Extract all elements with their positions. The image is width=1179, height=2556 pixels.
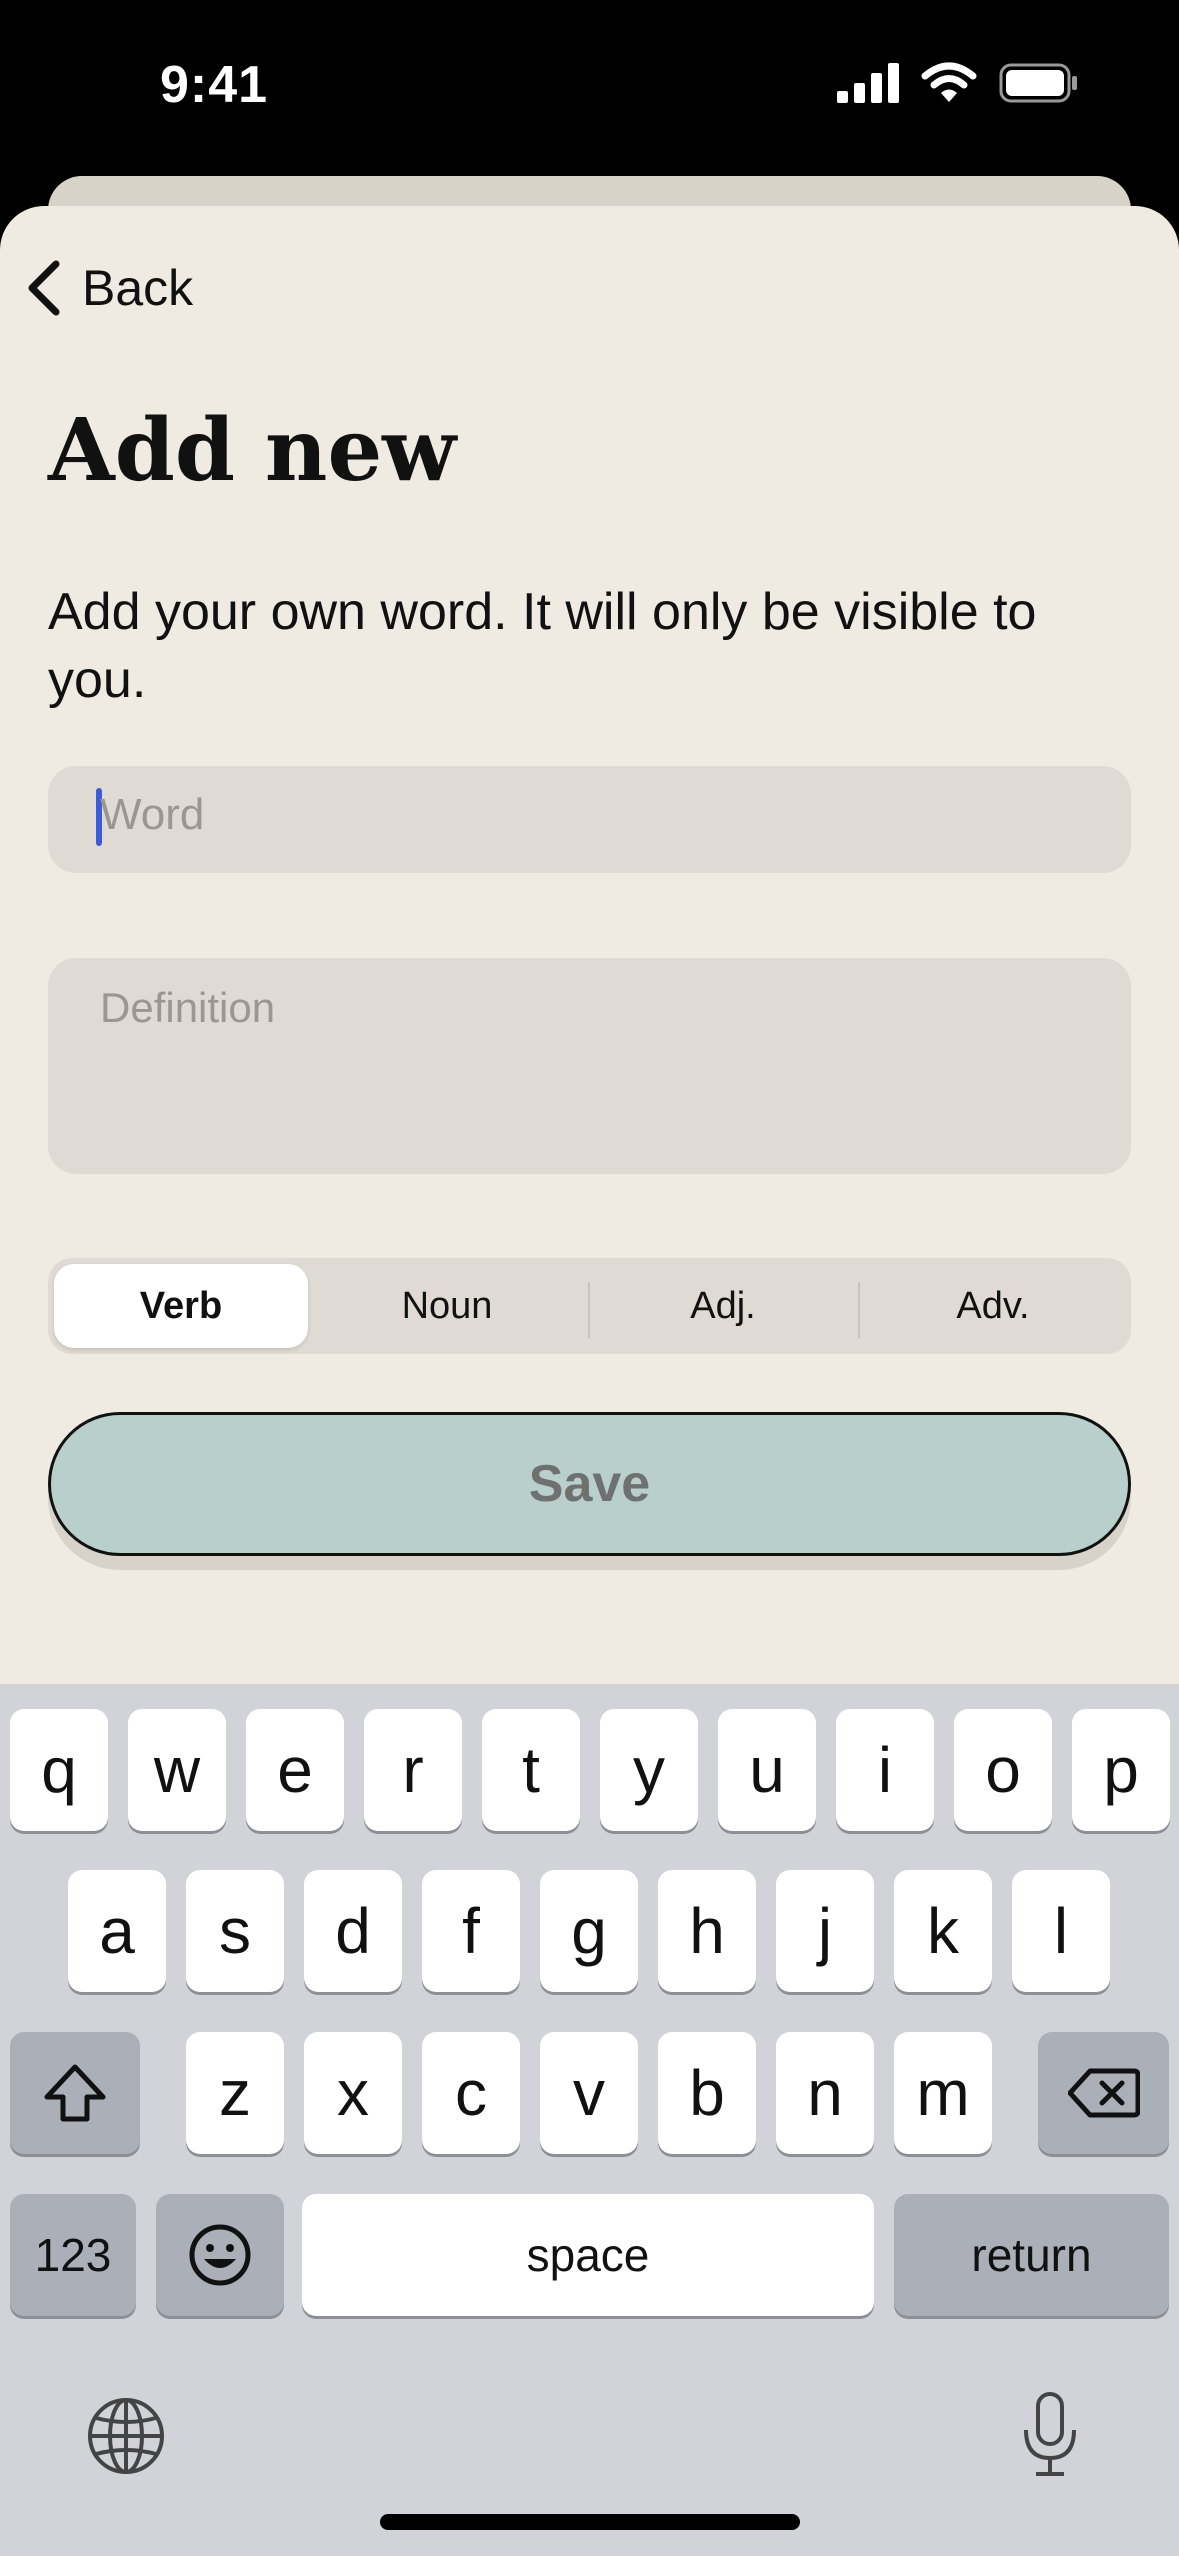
key-x[interactable]: x <box>304 2032 402 2154</box>
numbers-key[interactable]: 123 <box>10 2194 136 2316</box>
space-key[interactable]: space <box>302 2194 874 2316</box>
definition-placeholder: Definition <box>100 984 276 1031</box>
cellular-signal-icon <box>837 63 899 103</box>
battery-icon <box>999 63 1077 103</box>
part-of-speech-selector: Verb Noun Adj. Adv. <box>48 1258 1131 1354</box>
chevron-left-icon <box>28 260 60 316</box>
keyboard: q w e r t y u i o p a s d f g h j k l z … <box>0 1684 1179 2556</box>
return-key[interactable]: return <box>894 2194 1169 2316</box>
key-h[interactable]: h <box>658 1870 756 1992</box>
back-label: Back <box>82 260 194 316</box>
key-b[interactable]: b <box>658 2032 756 2154</box>
home-indicator[interactable] <box>380 2514 800 2530</box>
key-g[interactable]: g <box>540 1870 638 1992</box>
key-v[interactable]: v <box>540 2032 638 2154</box>
key-j[interactable]: j <box>776 1870 874 1992</box>
key-p[interactable]: p <box>1072 1709 1170 1831</box>
delete-key[interactable] <box>1038 2032 1169 2154</box>
key-w[interactable]: w <box>128 1709 226 1831</box>
key-s[interactable]: s <box>186 1870 284 1992</box>
emoji-icon <box>189 2224 251 2286</box>
wifi-icon <box>921 62 977 102</box>
segment-verb[interactable]: Verb <box>54 1264 308 1348</box>
key-m[interactable]: m <box>894 2032 992 2154</box>
key-o[interactable]: o <box>954 1709 1052 1831</box>
back-button[interactable]: Back <box>24 258 193 318</box>
key-n[interactable]: n <box>776 2032 874 2154</box>
key-c[interactable]: c <box>422 2032 520 2154</box>
page-title: Add new <box>48 400 457 501</box>
key-k[interactable]: k <box>894 1870 992 1992</box>
status-icons <box>837 62 1079 104</box>
status-bar: 9:41 <box>0 0 1179 180</box>
key-f[interactable]: f <box>422 1870 520 1992</box>
segment-adj[interactable]: Adj. <box>590 1264 856 1348</box>
key-y[interactable]: y <box>600 1709 698 1831</box>
key-i[interactable]: i <box>836 1709 934 1831</box>
word-input[interactable] <box>48 766 1131 873</box>
segment-adv[interactable]: Adv. <box>860 1264 1126 1348</box>
globe-icon[interactable] <box>86 2396 166 2476</box>
save-button[interactable]: Save <box>48 1412 1131 1556</box>
key-a[interactable]: a <box>68 1870 166 1992</box>
key-d[interactable]: d <box>304 1870 402 1992</box>
key-t[interactable]: t <box>482 1709 580 1831</box>
page-description: Add your own word. It will only be visib… <box>48 583 1037 709</box>
shift-key[interactable] <box>10 2032 140 2154</box>
status-time: 9:41 <box>160 56 269 114</box>
key-u[interactable]: u <box>718 1709 816 1831</box>
word-placeholder: Word <box>100 790 205 839</box>
key-l[interactable]: l <box>1012 1870 1110 1992</box>
key-q[interactable]: q <box>10 1709 108 1831</box>
key-z[interactable]: z <box>186 2032 284 2154</box>
emoji-key[interactable] <box>156 2194 284 2316</box>
microphone-icon[interactable] <box>1018 2390 1082 2480</box>
key-r[interactable]: r <box>364 1709 462 1831</box>
segment-noun[interactable]: Noun <box>312 1264 582 1348</box>
shift-icon <box>44 2064 106 2122</box>
delete-icon <box>1067 2068 1140 2118</box>
key-e[interactable]: e <box>246 1709 344 1831</box>
